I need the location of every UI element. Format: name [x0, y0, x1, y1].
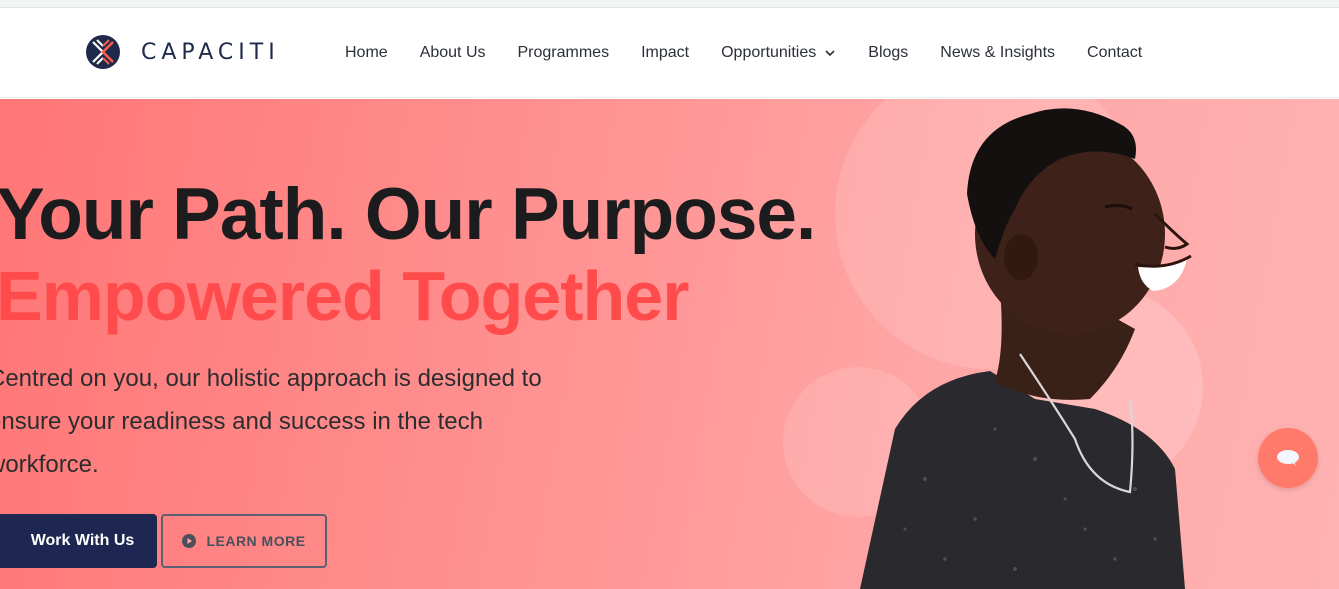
work-with-us-label: Work With Us — [30, 532, 135, 549]
capaciti-logo-icon — [86, 35, 120, 69]
hero-section: Your Path. Our Purpose. Empowered Togeth… — [0, 99, 1339, 589]
nav-about-us[interactable]: About Us — [420, 44, 486, 62]
nav-contact[interactable]: Contact — [1087, 44, 1142, 62]
nav-blogs[interactable]: Blogs — [868, 44, 908, 62]
top-strip — [0, 0, 1339, 8]
site-header: CAPACITI Home About Us Programmes Impact… — [0, 8, 1339, 98]
hero-headline: Your Path. Our Purpose. — [0, 174, 816, 255]
hero-subheadline: Empowered Together — [0, 257, 689, 335]
nav-contact-label: Contact — [1087, 44, 1143, 61]
nav-blogs-label: Blogs — [868, 44, 909, 61]
nav-opportunities[interactable]: Opportunities — [721, 44, 836, 62]
main-nav: Home About Us Programmes Impact Opportun… — [345, 8, 1174, 98]
play-circle-icon — [182, 534, 197, 548]
nav-home-label: Home — [345, 44, 388, 61]
nav-impact-label: Impact — [641, 44, 690, 61]
learn-more-button[interactable]: LEARN MORE — [161, 514, 327, 568]
chevron-down-icon — [825, 50, 835, 57]
chat-bubble-icon — [1277, 450, 1299, 466]
nav-about-us-label: About Us — [419, 44, 486, 61]
nav-programmes[interactable]: Programmes — [518, 44, 610, 62]
hero-person-image — [860, 108, 1192, 589]
hero-description: Centred on you, our holistic approach is… — [0, 365, 542, 478]
nav-news-insights[interactable]: News & Insights — [940, 44, 1055, 62]
brand-name: CAPACITI — [141, 39, 280, 65]
chat-widget-button[interactable] — [1258, 428, 1318, 488]
work-with-us-button[interactable]: Work With Us — [0, 514, 157, 568]
nav-programmes-label: Programmes — [517, 44, 610, 61]
nav-news-insights-label: News & Insights — [940, 44, 1056, 61]
nav-opportunities-label: Opportunities — [721, 44, 817, 61]
logo[interactable]: CAPACITI — [85, 33, 280, 71]
learn-more-label: LEARN MORE — [206, 533, 306, 549]
nav-home[interactable]: Home — [345, 44, 388, 62]
nav-impact[interactable]: Impact — [641, 44, 689, 62]
